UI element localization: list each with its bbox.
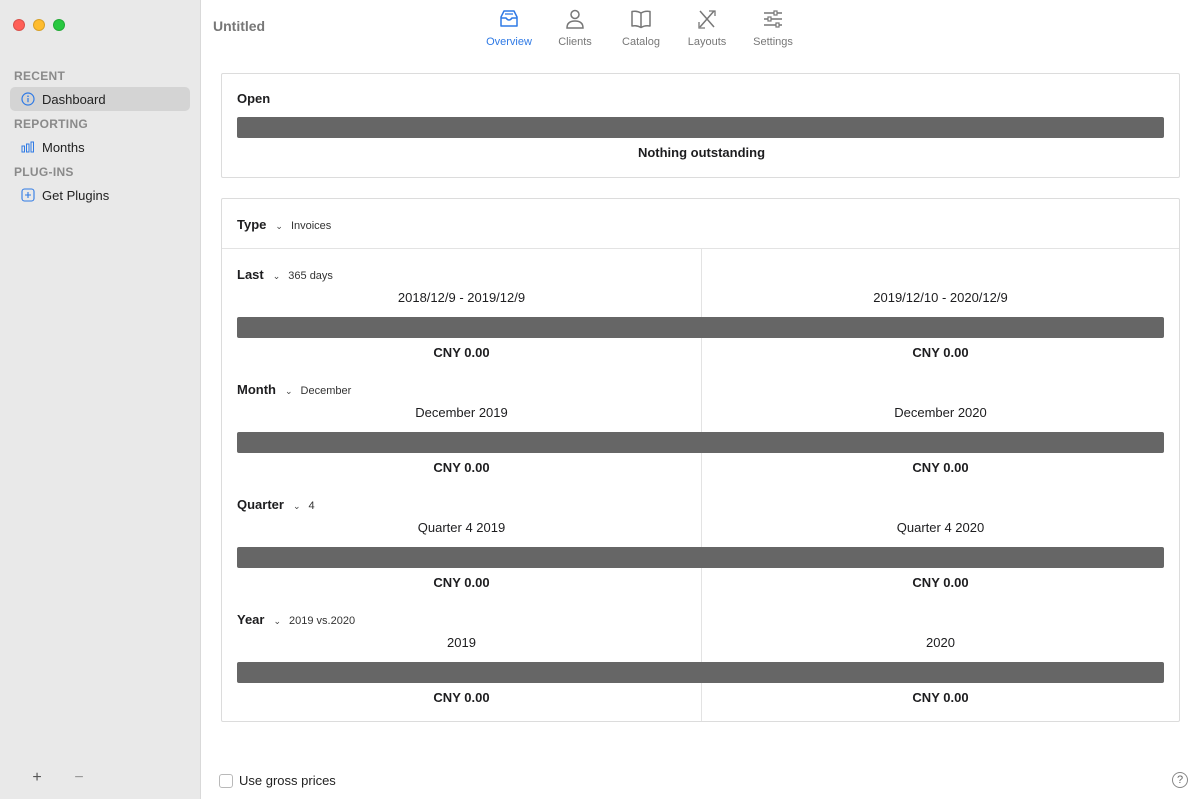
tab-label: Clients	[558, 36, 592, 48]
type-value: Invoices	[290, 220, 332, 232]
remove-button[interactable]: −	[72, 769, 86, 787]
minimize-window-button[interactable]	[33, 19, 45, 31]
sidebar-item-label: Months	[42, 139, 85, 155]
sidebar-item-label: Get Plugins	[42, 187, 110, 203]
sidebar-header-plugins: PLUG-INS	[14, 165, 74, 179]
sidebar-footer: + −	[30, 769, 86, 787]
tray-icon	[500, 10, 518, 27]
row-label: Year	[237, 612, 265, 627]
year-popup[interactable]: Year ⌄ 2019 vs.2020	[237, 612, 355, 627]
row-label: Month	[237, 382, 276, 397]
row-value: December	[300, 385, 352, 397]
gross-prices-option[interactable]: Use gross prices	[219, 773, 336, 788]
right-period: December 2020	[894, 405, 987, 420]
right-amount: CNY 0.00	[912, 345, 969, 360]
left-period: 2019	[447, 635, 476, 650]
zoom-window-button[interactable]	[53, 19, 65, 31]
right-amount: CNY 0.00	[912, 460, 969, 475]
open-status: Nothing outstanding	[637, 145, 766, 160]
last-popup[interactable]: Last ⌄ 365 days	[237, 267, 333, 282]
right-period: 2020	[926, 635, 955, 650]
tab-label: Settings	[753, 36, 793, 48]
tab-overview[interactable]: Overview	[476, 8, 542, 48]
row-label: Quarter	[237, 497, 284, 512]
chevron-down-icon: ⌄	[273, 616, 282, 626]
left-amount: CNY 0.00	[433, 345, 490, 360]
row-label: Last	[237, 267, 264, 282]
tab-label: Layouts	[687, 36, 727, 48]
window-controls	[13, 19, 65, 31]
left-amount: CNY 0.00	[433, 690, 490, 705]
chevron-down-icon: ⌄	[275, 221, 283, 231]
help-button[interactable]: ?	[1172, 772, 1188, 788]
open-card: Open Nothing outstanding	[221, 73, 1180, 178]
type-popup[interactable]: Type ⌄ Invoices	[237, 217, 331, 232]
comparison-bar	[237, 432, 1164, 453]
sidebar-item-label: Dashboard	[42, 91, 106, 107]
gross-prices-label: Use gross prices	[239, 773, 336, 788]
right-period: 2019/12/10 - 2020/12/9	[873, 290, 1008, 305]
sidebar-header-reporting: REPORTING	[14, 117, 89, 131]
chevron-down-icon: ⌄	[292, 501, 301, 511]
right-amount: CNY 0.00	[912, 690, 969, 705]
open-label: Open	[237, 91, 271, 106]
left-period: December 2019	[415, 405, 508, 420]
sidebar-item-months[interactable]: Months	[10, 135, 190, 159]
quarter-popup[interactable]: Quarter ⌄ 4	[237, 497, 315, 512]
add-button[interactable]: +	[30, 769, 44, 787]
tab-clients[interactable]: Clients	[542, 8, 608, 48]
tab-label: Catalog	[622, 36, 660, 48]
window-title: Untitled	[213, 18, 266, 34]
book-icon	[631, 10, 651, 29]
sliders-icon	[764, 10, 782, 28]
person-icon	[566, 9, 584, 29]
comparison-bar	[237, 317, 1164, 338]
right-amount: CNY 0.00	[912, 575, 969, 590]
row-value: 4	[308, 500, 315, 512]
left-period: 2018/12/9 - 2019/12/9	[397, 290, 526, 305]
right-period: Quarter 4 2020	[896, 520, 985, 535]
row-value: 2019 vs.2020	[289, 615, 356, 627]
type-row: Type ⌄ Invoices	[222, 199, 1179, 249]
sidebar: RECENT Dashboard REPORTING Months PLUG-I…	[0, 0, 201, 799]
tab-catalog[interactable]: Catalog	[608, 8, 674, 48]
tab-label: Overview	[486, 36, 532, 48]
left-period: Quarter 4 2019	[417, 520, 506, 535]
row-value: 365 days	[288, 270, 333, 282]
tab-settings[interactable]: Settings	[740, 8, 806, 48]
chevron-down-icon: ⌄	[284, 386, 293, 396]
plus-square-icon	[21, 188, 35, 202]
sidebar-header-recent: RECENT	[14, 69, 66, 83]
comparison-bar	[237, 662, 1164, 683]
main-toolbar: Overview Clients Catalog Layouts Setting…	[476, 8, 806, 48]
tab-layouts[interactable]: Layouts	[674, 8, 740, 48]
left-amount: CNY 0.00	[433, 575, 490, 590]
comparison-bar	[237, 547, 1164, 568]
close-window-button[interactable]	[13, 19, 25, 31]
chevron-down-icon: ⌄	[272, 271, 281, 281]
type-label: Type	[237, 217, 267, 232]
sidebar-item-get-plugins[interactable]: Get Plugins	[10, 183, 190, 207]
sidebar-item-dashboard[interactable]: Dashboard	[10, 87, 190, 111]
month-popup[interactable]: Month ⌄ December	[237, 382, 351, 397]
info-circle-icon	[21, 92, 35, 106]
layout-tools-icon	[698, 10, 716, 29]
gross-prices-checkbox[interactable]	[219, 773, 233, 788]
left-amount: CNY 0.00	[433, 460, 490, 475]
bar-chart-icon	[21, 140, 35, 154]
open-bar	[237, 117, 1164, 138]
comparison-card: Type ⌄ Invoices Last ⌄ 365 days 2018/12/…	[221, 198, 1180, 722]
